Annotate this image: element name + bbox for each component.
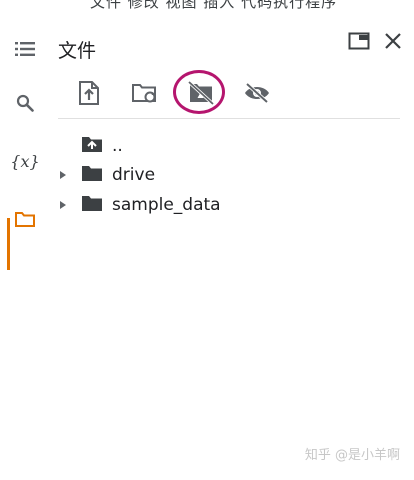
variables-icon: {x} xyxy=(10,151,40,171)
expand-caret-icon[interactable] xyxy=(56,168,70,182)
upload-file-icon xyxy=(78,80,100,110)
refresh-button[interactable] xyxy=(126,77,164,113)
search-button[interactable] xyxy=(8,88,42,122)
folder-up-icon xyxy=(81,135,103,157)
expand-caret-icon[interactable] xyxy=(56,198,70,212)
search-icon xyxy=(16,94,34,116)
close-button[interactable] xyxy=(380,30,406,56)
side-rail: {x} xyxy=(0,24,50,270)
open-in-new-tab-icon xyxy=(348,32,370,54)
folder-icon xyxy=(14,210,36,232)
upload-button[interactable] xyxy=(70,77,108,113)
watermark: 知乎 @是小羊啊 xyxy=(304,448,400,463)
panel-title: 文件 xyxy=(58,40,97,62)
toolbar-divider xyxy=(58,118,400,119)
folder-icon xyxy=(81,194,103,216)
files-toolbar xyxy=(70,70,294,114)
folder-icon xyxy=(81,164,103,186)
table-of-contents-button[interactable] xyxy=(8,34,42,68)
mount-drive-button[interactable] xyxy=(173,70,225,114)
folder-refresh-icon xyxy=(131,82,159,108)
highlight-ring xyxy=(173,70,225,114)
tree-row-label: .. xyxy=(112,136,123,156)
close-icon xyxy=(384,32,402,54)
top-menu-bar: 文件 修改 视图 插入 代码执行程序 xyxy=(90,0,338,11)
window-controls xyxy=(346,30,406,56)
list-icon xyxy=(15,41,35,61)
files-button[interactable] xyxy=(8,204,42,238)
tree-row-label: drive xyxy=(112,165,156,185)
eye-off-icon xyxy=(243,82,271,108)
undock-button[interactable] xyxy=(346,30,372,56)
toggle-hidden-files-button[interactable] xyxy=(238,77,276,113)
variables-button[interactable]: {x} xyxy=(8,144,42,178)
tree-row-label: sample_data xyxy=(112,195,221,215)
